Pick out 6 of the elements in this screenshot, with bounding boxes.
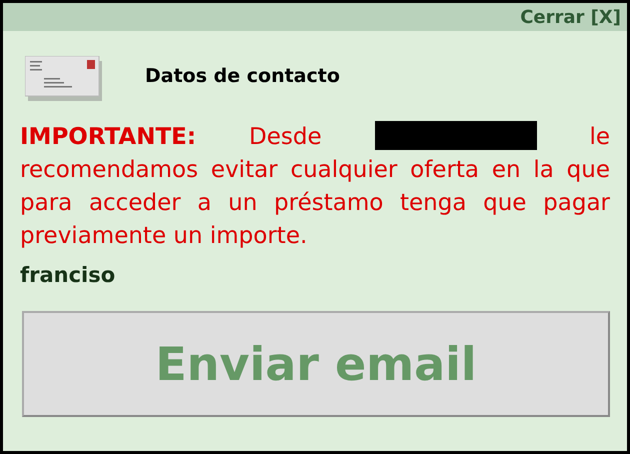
warning-text: IMPORTANTE: Desde le recomendamos evitar cualquier oferta en la que para acceder a un préstamo tenga que pagar previamente un importe. [20, 121, 610, 253]
envelope-icon [25, 56, 105, 102]
close-link[interactable]: Cerrar [X] [520, 6, 621, 28]
dialog-title: Datos de contacto [145, 65, 340, 87]
contact-name: franciso [20, 263, 116, 287]
send-email-button[interactable]: Enviar email [22, 311, 610, 417]
